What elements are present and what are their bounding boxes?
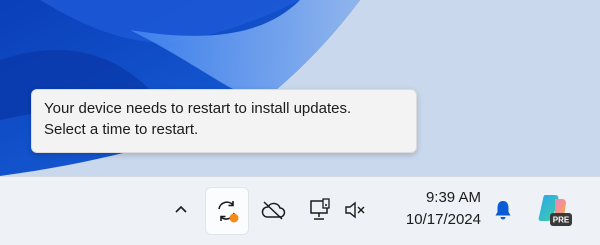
cloud-offline-icon [261, 201, 286, 220]
volume-muted-icon [345, 201, 365, 219]
volume-tray-button[interactable] [340, 193, 370, 227]
update-pending-dot [229, 213, 239, 223]
copilot-button[interactable]: PRE [534, 189, 574, 231]
clock-button[interactable]: 9:39 AM 10/17/2024 [385, 187, 481, 235]
restart-notification-tooltip: Your device needs to restart to install … [31, 89, 417, 153]
onedrive-tray-button[interactable] [256, 193, 290, 227]
taskbar: 9:39 AM 10/17/2024 PRE [0, 176, 600, 245]
windows-update-tray-button[interactable] [205, 187, 249, 235]
show-hidden-icons-button[interactable] [166, 195, 196, 225]
chevron-up-icon [175, 205, 187, 213]
notifications-button[interactable] [488, 193, 518, 227]
clock-date: 10/17/2024 [405, 211, 481, 228]
update-pending-icon [218, 201, 239, 223]
tooltip-line-2: Select a time to restart. [44, 121, 199, 138]
network-icon [310, 198, 330, 220]
network-tray-button[interactable] [305, 193, 335, 227]
tooltip-line-1: Your device needs to restart to install … [44, 100, 352, 117]
copilot-icon: PRE [538, 195, 572, 226]
notification-bell-icon [495, 201, 511, 220]
clock-time: 9:39 AM [425, 189, 481, 206]
copilot-pre-badge: PRE [553, 216, 570, 225]
